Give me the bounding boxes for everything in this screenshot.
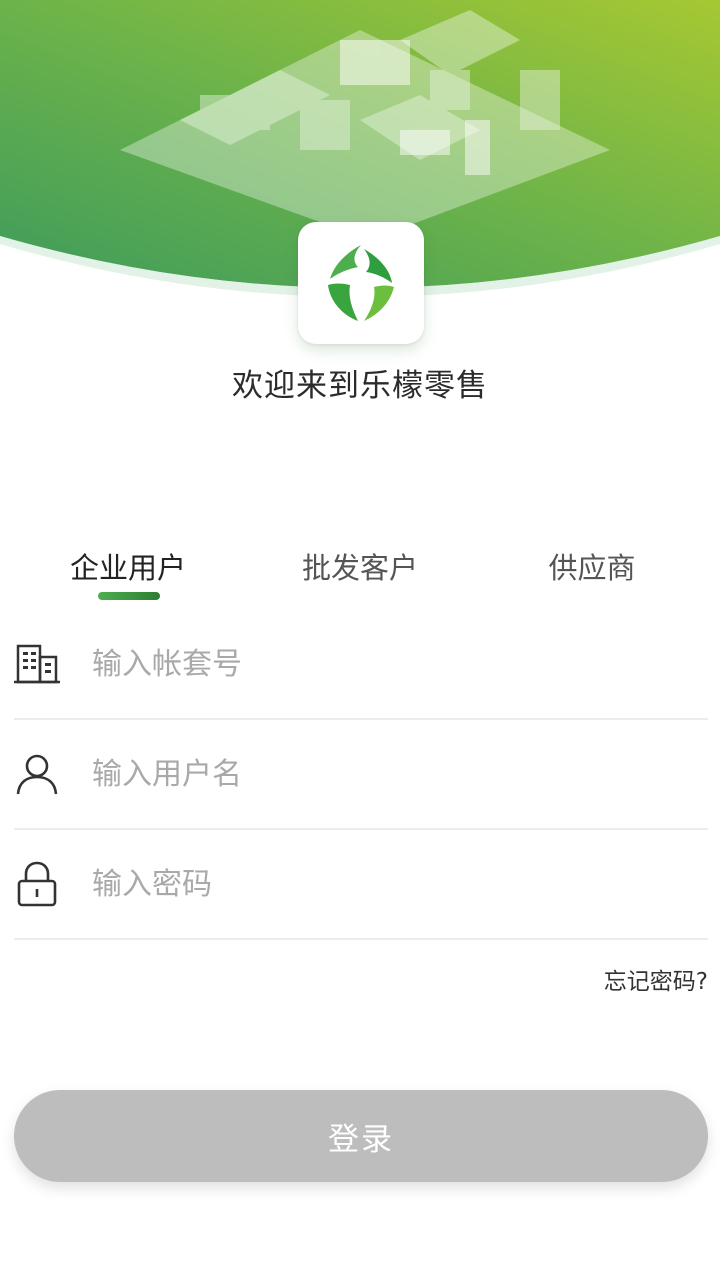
app-logo (298, 222, 424, 344)
welcome-title: 欢迎来到乐檬零售 (232, 368, 488, 404)
building-icon (14, 641, 60, 687)
account-field (14, 610, 708, 720)
tab-label: 企业用户 (69, 551, 186, 585)
password-field (14, 830, 708, 940)
username-field (14, 720, 708, 830)
tab-active-indicator (98, 592, 160, 600)
tab-label: 供应商 (548, 551, 636, 585)
tab-supplier[interactable]: 供应商 (476, 540, 708, 610)
forgot-password-link[interactable]: 忘记密码? (604, 962, 708, 996)
lock-icon (14, 861, 60, 907)
tab-wholesale-customer[interactable]: 批发客户 (244, 540, 476, 610)
leaf-logo-icon (328, 245, 394, 321)
user-type-tabs: 企业用户 批发客户 供应商 (12, 540, 708, 610)
user-icon (14, 751, 60, 797)
account-input[interactable] (92, 646, 652, 682)
tab-enterprise-user[interactable]: 企业用户 (12, 540, 244, 610)
password-input[interactable] (92, 866, 652, 902)
login-button[interactable]: 登录 (14, 1090, 708, 1182)
username-input[interactable] (92, 756, 652, 792)
tab-label: 批发客户 (301, 551, 418, 585)
